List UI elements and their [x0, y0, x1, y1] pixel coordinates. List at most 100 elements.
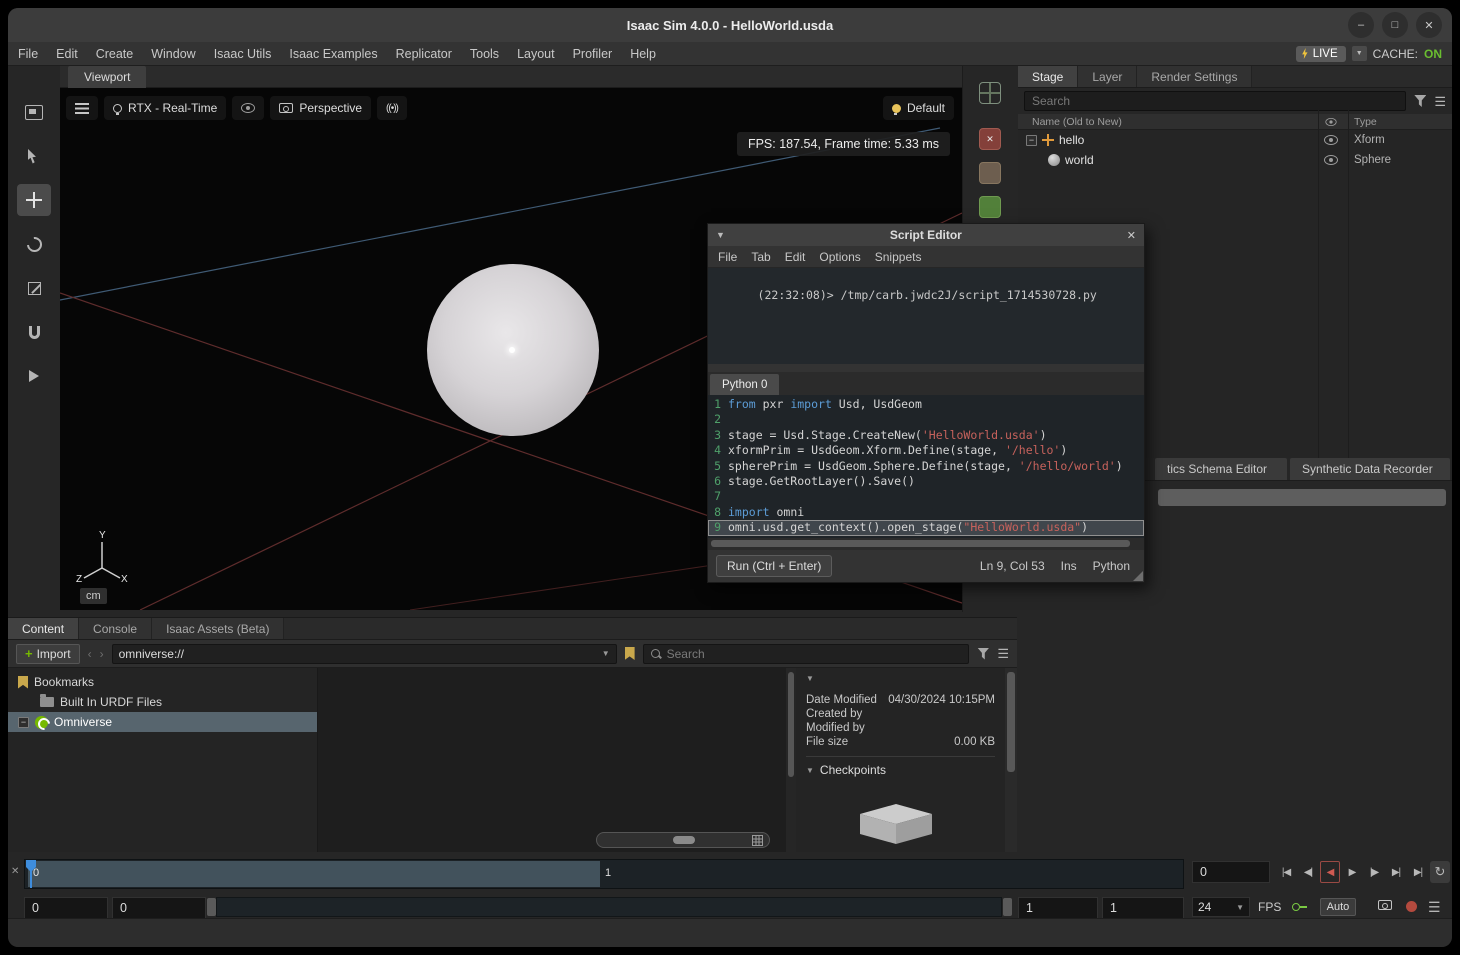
script-menu-snippets[interactable]: Snippets — [875, 250, 922, 264]
current-frame-field[interactable]: 0 — [1192, 861, 1270, 883]
bookmark-icon[interactable] — [625, 647, 635, 660]
select-tool[interactable] — [17, 140, 51, 172]
maximize-button[interactable]: □ — [1382, 12, 1408, 38]
splitter[interactable] — [708, 364, 1144, 372]
renderer-button[interactable]: RTX - Real-Time — [104, 96, 226, 120]
play-tool[interactable] — [17, 360, 51, 392]
code-editor[interactable]: 1from pxr import Usd, UsdGeom23stage = U… — [708, 395, 1144, 538]
lighting-button[interactable]: Default — [883, 96, 954, 120]
key-icon[interactable] — [1292, 902, 1307, 911]
menu-item-layout[interactable]: Layout — [517, 47, 555, 61]
menu-item-isaac-examples[interactable]: Isaac Examples — [289, 47, 377, 61]
filter-icon[interactable] — [1414, 95, 1426, 107]
tab-content[interactable]: Content — [8, 618, 79, 639]
name-column-header[interactable]: Name (Old to New) — [1032, 116, 1122, 128]
menu-item-replicator[interactable]: Replicator — [396, 47, 452, 61]
menu-item-help[interactable]: Help — [630, 47, 656, 61]
scrollbar[interactable] — [786, 668, 796, 852]
menu-item-edit[interactable]: Edit — [56, 47, 78, 61]
collapse-icon[interactable]: ▼ — [806, 766, 814, 775]
camera-icon[interactable] — [1378, 900, 1392, 910]
secondary-panel-field[interactable] — [1158, 489, 1446, 506]
horizontal-scrollbar[interactable] — [708, 538, 1144, 550]
timeline-track[interactable]: 0 1 — [24, 859, 1184, 889]
import-button[interactable]: + Import — [16, 644, 80, 664]
slider-thumb[interactable] — [673, 836, 695, 844]
content-search[interactable] — [643, 644, 970, 664]
tab-console[interactable]: Console — [79, 618, 152, 639]
scrollbar-thumb[interactable] — [788, 672, 794, 777]
timeline-range[interactable] — [28, 861, 600, 887]
options-menu-icon[interactable]: ☰ — [1434, 95, 1446, 108]
skip-to-end-button[interactable]: ▶| — [1408, 861, 1428, 883]
timeline-menu-icon[interactable]: ☰ — [1428, 899, 1441, 916]
green-cube-icon[interactable] — [979, 196, 1001, 218]
script-editor-window[interactable]: ▼ Script Editor ✕ FileTabEditOptionsSnip… — [707, 223, 1145, 583]
menu-item-profiler[interactable]: Profiler — [573, 47, 613, 61]
range-handle-left[interactable] — [207, 898, 216, 916]
wireframe-cube-icon[interactable] — [979, 82, 1001, 104]
path-input[interactable] — [119, 647, 602, 661]
code-line[interactable]: 3stage = Usd.Stage.CreateNew('HelloWorld… — [708, 428, 1144, 443]
range-start-field[interactable]: 0 — [112, 897, 206, 919]
collapse-icon[interactable]: ▼ — [806, 674, 995, 683]
menu-item-isaac-utils[interactable]: Isaac Utils — [214, 47, 272, 61]
next-frame-button[interactable]: ▶| — [1386, 861, 1406, 883]
viewport-tool[interactable] — [17, 96, 51, 128]
scrollbar[interactable] — [1005, 668, 1017, 852]
range-end-field[interactable]: 1 — [1018, 897, 1098, 919]
menu-item-create[interactable]: Create — [96, 47, 134, 61]
content-search-input[interactable] — [667, 647, 963, 661]
window-menu-icon[interactable]: ▼ — [716, 230, 725, 240]
tree-item-bookmarks[interactable]: Bookmarks — [8, 672, 317, 692]
tree-item-omniverse[interactable]: −Omniverse — [8, 712, 317, 732]
forward-icon[interactable]: › — [100, 647, 104, 661]
script-menu-tab[interactable]: Tab — [751, 250, 770, 264]
end-frame-field[interactable]: 1 — [1102, 897, 1184, 919]
range-track[interactable] — [216, 897, 1002, 917]
step-back-button[interactable]: ◀| — [1298, 861, 1318, 883]
expander-icon[interactable]: − — [1026, 135, 1037, 146]
close-icon[interactable]: ✕ — [11, 866, 19, 877]
scrollbar-thumb[interactable] — [711, 540, 1130, 547]
live-dropdown[interactable]: ▼ — [1352, 46, 1367, 61]
fps-dropdown[interactable]: 24 ▼ — [1192, 897, 1250, 917]
script-menu-file[interactable]: File — [718, 250, 737, 264]
range-handle-right[interactable] — [1003, 898, 1012, 916]
script-editor-titlebar[interactable]: ▼ Script Editor ✕ — [708, 224, 1144, 246]
tab-python-0[interactable]: Python 0 — [710, 374, 779, 395]
viewport-settings-button[interactable] — [66, 96, 98, 120]
code-line[interactable]: 6stage.GetRootLayer().Save() — [708, 474, 1144, 489]
resize-grip[interactable] — [1133, 571, 1143, 581]
broadcast-button[interactable]: ((•)) — [377, 96, 407, 120]
tab-synthetic-data-recorder[interactable]: Synthetic Data Recorder — [1290, 458, 1450, 480]
close-button[interactable]: ✕ — [1416, 12, 1442, 38]
tab-render-settings[interactable]: Render Settings — [1137, 66, 1252, 87]
rotate-tool[interactable] — [17, 228, 51, 260]
icon-size-slider[interactable] — [596, 832, 770, 848]
run-button[interactable]: Run (Ctrl + Enter) — [716, 555, 832, 577]
code-line[interactable]: 5spherePrim = UsdGeom.Sphere.Define(stag… — [708, 459, 1144, 474]
code-line[interactable]: 9omni.usd.get_context().open_stage("Hell… — [708, 520, 1144, 535]
script-menu-edit[interactable]: Edit — [785, 250, 806, 264]
grid-view-icon[interactable] — [752, 835, 763, 846]
play-reverse-button[interactable]: ◀ — [1320, 861, 1340, 883]
options-menu-icon[interactable]: ☰ — [997, 647, 1009, 660]
visibility-eye-icon[interactable] — [1324, 155, 1338, 165]
tab-viewport[interactable]: Viewport — [68, 66, 146, 88]
start-frame-field[interactable]: 0 — [24, 897, 108, 919]
scrollbar-thumb[interactable] — [1007, 672, 1015, 772]
tab-layer[interactable]: Layer — [1078, 66, 1137, 87]
type-column-header[interactable]: Type — [1354, 116, 1377, 128]
dark-cube-icon[interactable] — [979, 162, 1001, 184]
table-row[interactable]: −helloXform — [1018, 130, 1452, 150]
code-line[interactable]: 1from pxr import Usd, UsdGeom — [708, 397, 1144, 412]
menu-item-tools[interactable]: Tools — [470, 47, 499, 61]
snap-tool[interactable] — [17, 316, 51, 348]
code-line[interactable]: 7 — [708, 489, 1144, 504]
tree-item-built-in-urdf-files[interactable]: Built In URDF Files — [8, 692, 317, 712]
tab-isaac-assets-beta[interactable]: Isaac Assets (Beta) — [152, 618, 284, 639]
expander-icon[interactable]: − — [18, 717, 29, 728]
loop-button[interactable]: ↻ — [1430, 861, 1450, 883]
camera-button[interactable]: Perspective — [270, 96, 371, 120]
